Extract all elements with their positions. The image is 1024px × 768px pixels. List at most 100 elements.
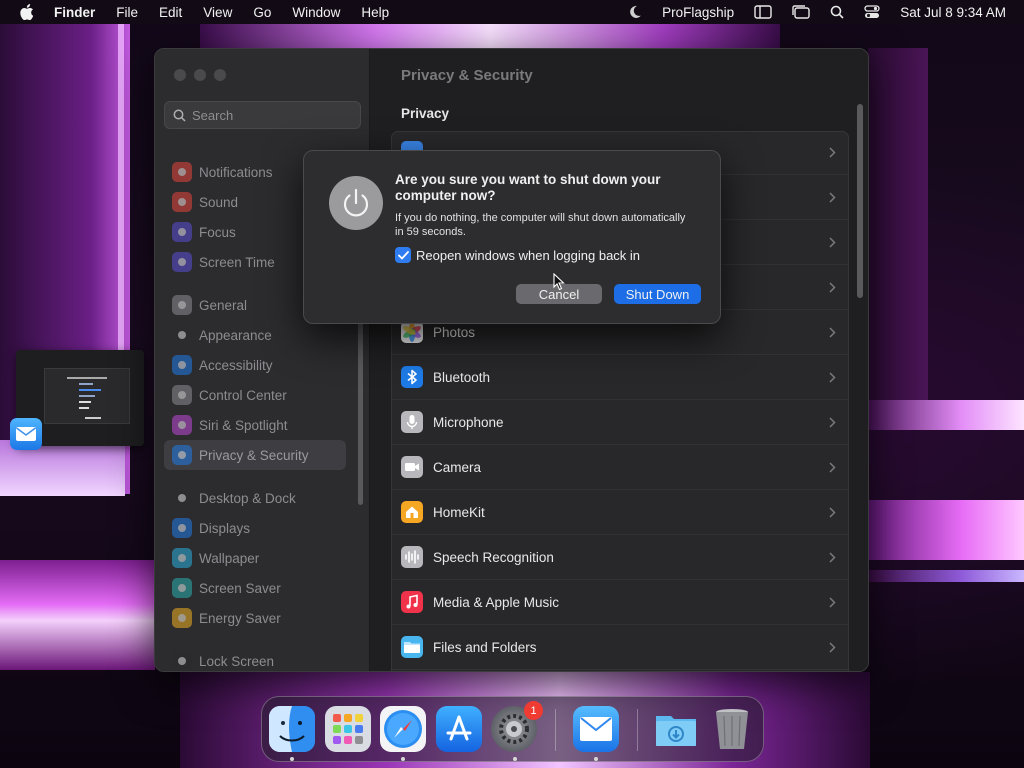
- menu-go[interactable]: Go: [253, 5, 271, 20]
- finder-icon[interactable]: [269, 706, 315, 752]
- home-icon: [401, 501, 423, 523]
- privacy-row-camera[interactable]: Camera: [392, 445, 848, 490]
- menu-file[interactable]: File: [116, 5, 138, 20]
- bluetooth-icon: [401, 366, 423, 388]
- hourglass-icon: [172, 252, 192, 272]
- section-title-privacy: Privacy: [401, 106, 450, 121]
- row-label: Photos: [433, 324, 476, 340]
- sidebar-item-accessibility[interactable]: Accessibility: [164, 350, 346, 380]
- lock-icon: [172, 651, 192, 671]
- sidebar-item-label: Desktop & Dock: [199, 490, 296, 506]
- chevron-right-icon: [826, 503, 838, 521]
- chevron-right-icon: [826, 638, 838, 656]
- settings-search-input[interactable]: Search: [164, 101, 361, 129]
- page-title: Privacy & Security: [401, 67, 533, 84]
- control-center-icon[interactable]: [864, 5, 880, 19]
- row-label: Microphone: [433, 414, 504, 430]
- accessibility-icon: [172, 355, 192, 375]
- sidebar-item-label: Notifications: [199, 164, 273, 180]
- row-label: HomeKit: [433, 504, 485, 520]
- sidebar-item-label: Privacy & Security: [199, 447, 309, 463]
- hand-icon: [172, 445, 192, 465]
- sidebar-item-wallpaper[interactable]: Wallpaper: [164, 543, 346, 573]
- sidebar-item-label: Siri & Spotlight: [199, 417, 288, 433]
- stage-mail-icon[interactable]: [10, 418, 42, 450]
- dock-separator: [637, 709, 638, 751]
- privacy-row-media-apple-music[interactable]: Media & Apple Music: [392, 580, 848, 625]
- screensaver-icon: [172, 578, 192, 598]
- focus-moon-icon[interactable]: [628, 5, 642, 19]
- safari-running-indicator: [401, 757, 405, 761]
- close-button[interactable]: [174, 69, 186, 81]
- menu-bar: Finder File Edit View Go Window Help Pro…: [0, 0, 1024, 24]
- sidebar-item-control-center[interactable]: Control Center: [164, 380, 346, 410]
- row-label: Bluetooth: [433, 369, 491, 385]
- stage-manager-icon[interactable]: [792, 5, 810, 19]
- menubar-clock[interactable]: Sat Jul 8 9:34 AM: [900, 5, 1006, 20]
- launchpad-icon[interactable]: [325, 706, 371, 752]
- app-store-icon[interactable]: [436, 706, 482, 752]
- privacy-row-bluetooth[interactable]: Bluetooth: [392, 355, 848, 400]
- sidebar-item-energy-saver[interactable]: Energy Saver: [164, 603, 346, 633]
- reopen-windows-checkbox[interactable]: Reopen windows when logging back in: [395, 247, 640, 263]
- minimize-button[interactable]: [194, 69, 206, 81]
- gear-icon: [172, 295, 192, 315]
- checkmark-icon[interactable]: [395, 247, 411, 263]
- microphone-icon: [401, 411, 423, 433]
- sidebar-item-lock-screen[interactable]: Lock Screen: [164, 646, 346, 671]
- menu-window[interactable]: Window: [292, 5, 340, 20]
- menu-edit[interactable]: Edit: [159, 5, 182, 20]
- chevron-right-icon: [826, 323, 838, 341]
- chevron-right-icon: [826, 593, 838, 611]
- row-label: Camera: [433, 459, 482, 475]
- privacy-row-speech-recognition[interactable]: Speech Recognition: [392, 535, 848, 580]
- privacy-row-homekit[interactable]: HomeKit: [392, 490, 848, 535]
- sidebar-item-screen-saver[interactable]: Screen Saver: [164, 573, 346, 603]
- menu-help[interactable]: Help: [361, 5, 389, 20]
- sidebar-item-label: Screen Time: [199, 254, 275, 270]
- menu-view[interactable]: View: [203, 5, 232, 20]
- trash-icon[interactable]: [709, 706, 755, 752]
- mail-icon[interactable]: [573, 706, 619, 752]
- sidebar-item-label: Appearance: [199, 327, 272, 343]
- sidebar-item-desktop-dock[interactable]: Desktop & Dock: [164, 483, 346, 513]
- photos-icon: [401, 321, 423, 343]
- sidebar-item-displays[interactable]: Displays: [164, 513, 346, 543]
- chevron-right-icon: [826, 413, 838, 431]
- sidebar-toggle-icon[interactable]: [754, 5, 772, 19]
- row-label: Speech Recognition: [433, 549, 554, 565]
- music-icon: [401, 591, 423, 613]
- sidebar-item-privacy-security[interactable]: Privacy & Security: [164, 440, 346, 470]
- spotlight-search-icon[interactable]: [830, 5, 844, 19]
- battery-icon: [172, 608, 192, 628]
- safari-icon[interactable]: [380, 706, 426, 752]
- row-label: Files and Folders: [433, 639, 537, 655]
- shut-down-button[interactable]: Shut Down: [614, 284, 701, 304]
- downloads-folder-icon[interactable]: [653, 706, 699, 752]
- sidebar-item-appearance[interactable]: Appearance: [164, 320, 346, 350]
- chevron-right-icon: [826, 233, 838, 251]
- waveform-icon: [401, 546, 423, 568]
- sun-icon: [172, 518, 192, 538]
- menubar-app-label[interactable]: ProFlagship: [662, 5, 734, 20]
- folder-icon: [401, 636, 423, 658]
- sidebar-item-label: Lock Screen: [199, 653, 275, 669]
- privacy-row-microphone[interactable]: Microphone: [392, 400, 848, 445]
- search-icon: [173, 109, 186, 122]
- sidebar-item-siri-spotlight[interactable]: Siri & Spotlight: [164, 410, 346, 440]
- content-scrollbar[interactable]: [857, 104, 863, 298]
- menu-finder[interactable]: Finder: [54, 5, 95, 20]
- notification-badge: 1: [524, 701, 543, 720]
- zoom-button[interactable]: [214, 69, 226, 81]
- settings-sidebar: Search Notifications Sound Focus Screen Tim…: [155, 49, 370, 671]
- privacy-row-files-and-folders[interactable]: Files and Folders: [392, 625, 848, 670]
- mouse-cursor-icon: [553, 272, 565, 296]
- siri-icon: [172, 415, 192, 435]
- control-center-icon: [172, 385, 192, 405]
- sidebar-item-label: Screen Saver: [199, 580, 281, 596]
- sidebar-item-label: Control Center: [199, 387, 287, 403]
- dock: 1: [261, 696, 764, 762]
- sidebar-item-label: Energy Saver: [199, 610, 281, 626]
- apple-menu-icon[interactable]: [18, 3, 36, 21]
